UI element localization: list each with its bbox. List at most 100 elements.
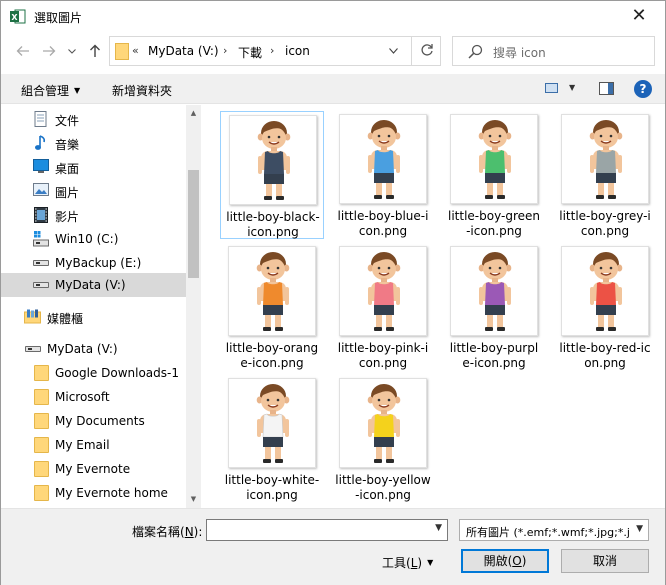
organize-menu[interactable]: 組合管理 ▼ xyxy=(21,82,80,99)
search-placeholder: 搜尋 icon xyxy=(493,46,546,60)
file-thumbnail xyxy=(450,246,538,336)
sidebar-item-label: 文件 xyxy=(55,114,80,128)
folder-icon xyxy=(34,437,49,453)
boy-icon xyxy=(257,121,291,200)
cancel-button[interactable]: 取消 xyxy=(561,549,649,573)
recent-locations-dropdown[interactable] xyxy=(62,41,82,61)
file-item[interactable]: little-boy-blue-i con.png xyxy=(331,111,435,239)
search-icon xyxy=(468,44,483,59)
command-bar: 組合管理 ▼ 新增資料夾 ▼ ? xyxy=(1,74,665,104)
sidebar-item-mydata-drive[interactable]: MyData (V:) xyxy=(1,273,186,297)
sidebar-scrollbar[interactable]: ▲ ▼ xyxy=(186,105,201,508)
file-name: little-boy-orang e-icon.png xyxy=(220,341,324,371)
sidebar-item-label: 圖片 xyxy=(55,186,80,200)
back-button[interactable] xyxy=(13,41,33,61)
sidebar-item-mydata-root[interactable]: MyData (V:) xyxy=(1,337,186,361)
file-thumbnail xyxy=(228,378,316,468)
up-button[interactable] xyxy=(85,41,105,61)
file-item[interactable]: little-boy-yellow -icon.png xyxy=(331,375,435,503)
open-button[interactable]: 開啟(O) xyxy=(461,549,549,573)
caret-down-icon: ▼ xyxy=(74,86,81,95)
sidebar-item-label: Microsoft xyxy=(55,390,110,404)
sidebar-item-label: 媒體櫃 xyxy=(47,312,84,326)
folder-icon xyxy=(34,461,49,477)
address-overflow[interactable]: « xyxy=(132,44,139,57)
folder-icon xyxy=(34,365,49,381)
sidebar-item-mybackup-drive[interactable]: MyBackup (E:) xyxy=(1,251,186,275)
breadcrumb-icon-folder[interactable]: icon xyxy=(285,44,310,58)
file-item[interactable]: little-boy-pink-i con.png xyxy=(331,243,435,371)
scroll-up-arrow-icon[interactable]: ▲ xyxy=(186,105,201,122)
file-type-select[interactable]: 所有圖片 (*.emf;*.wmf;*.jpg;*.j ▼ xyxy=(459,519,649,541)
sidebar-item-desktop[interactable]: 桌面 xyxy=(1,155,186,179)
help-icon[interactable]: ? xyxy=(634,80,652,98)
chevron-right-icon[interactable]: › xyxy=(223,44,227,57)
title-bar: X 選取圖片 ✕ xyxy=(1,1,665,32)
sidebar-item-music[interactable]: 音樂 xyxy=(1,131,186,155)
sidebar-item-my-email[interactable]: My Email xyxy=(1,433,186,457)
filename-label: 檔案名稱(N): xyxy=(132,525,203,539)
address-history-dropdown[interactable] xyxy=(383,36,405,66)
sidebar-item-my-evernote-home[interactable]: My Evernote home xyxy=(1,481,186,505)
sidebar-item-videos[interactable]: 影片 xyxy=(1,203,186,227)
file-thumbnail xyxy=(561,246,649,336)
navigation-pane[interactable]: 文件 音樂 桌面 圖片 影片 Win10 (C:) MyBackup (E:) … xyxy=(1,105,201,508)
file-item[interactable]: little-boy-green -icon.png xyxy=(442,111,546,239)
file-item[interactable]: little-boy-black-icon.png xyxy=(220,111,324,239)
file-name-line: icon.png xyxy=(247,225,299,239)
sidebar-item-my-documents[interactable]: My Documents xyxy=(1,409,186,433)
file-open-dialog: X 選取圖片 ✕ « MyData (V:) › 下載 › icon 搜尋 ic… xyxy=(0,0,666,585)
sidebar-item-win10-drive[interactable]: Win10 (C:) xyxy=(1,227,186,251)
sidebar-item-label: 桌面 xyxy=(55,162,80,176)
search-input[interactable]: 搜尋 icon xyxy=(452,36,655,66)
scrollbar-thumb[interactable] xyxy=(188,170,199,278)
sidebar-item-my-evernote[interactable]: My Evernote xyxy=(1,457,186,481)
sidebar-item-label: My Evernote xyxy=(55,462,131,476)
new-folder-button[interactable]: 新增資料夾 xyxy=(112,82,172,99)
view-mode-icon[interactable] xyxy=(545,83,558,93)
sidebar-item-label: 影片 xyxy=(55,210,80,224)
sidebar-item-google-downloads[interactable]: Google Downloads-1 xyxy=(1,361,186,385)
boy-icon xyxy=(478,252,512,331)
refresh-button[interactable] xyxy=(411,36,441,66)
view-options-dropdown[interactable]: ▼ xyxy=(569,83,575,92)
excel-icon: X xyxy=(10,9,26,24)
file-name: little-boy-red-ic on.png xyxy=(553,341,657,371)
sidebar-item-label: Win10 (C:) xyxy=(55,232,119,246)
file-name: little-boy-purpl e-icon.png xyxy=(442,341,546,371)
file-item[interactable]: little-boy-red-ic on.png xyxy=(553,243,657,371)
document-icon xyxy=(34,111,47,127)
breadcrumb-mydata[interactable]: MyData (V:) xyxy=(148,44,219,58)
file-name-line: little-boy-grey-i xyxy=(559,209,651,223)
filename-input[interactable]: ▼ xyxy=(206,519,448,541)
file-item[interactable]: little-boy-purpl e-icon.png xyxy=(442,243,546,371)
sidebar-item-pictures[interactable]: 圖片 xyxy=(1,179,186,203)
file-list[interactable]: little-boy-black-icon.png little-boy-blue… xyxy=(206,105,665,508)
sidebar-item-documents[interactable]: 文件 xyxy=(1,107,186,131)
breadcrumb-downloads[interactable]: 下載 xyxy=(238,44,262,61)
pictures-icon xyxy=(33,183,49,196)
forward-button[interactable] xyxy=(39,41,59,61)
sidebar-item-libraries[interactable]: 媒體櫃 xyxy=(1,305,186,329)
tools-menu[interactable]: 工具(L) ▼ xyxy=(382,554,433,571)
file-name: little-boy-black-icon.png xyxy=(221,210,325,240)
chevron-down-icon[interactable]: ▼ xyxy=(435,523,442,533)
file-name-line: con.png xyxy=(358,224,408,238)
scroll-down-arrow-icon[interactable]: ▼ xyxy=(186,491,201,508)
folder-icon xyxy=(34,413,49,429)
desktop-icon xyxy=(33,159,49,173)
close-button[interactable]: ✕ xyxy=(629,6,649,26)
chevron-right-icon[interactable]: › xyxy=(270,44,274,57)
preview-pane-icon[interactable] xyxy=(599,82,614,95)
file-item[interactable]: little-boy-grey-i con.png xyxy=(553,111,657,239)
chevron-down-icon xyxy=(389,48,398,54)
file-thumbnail xyxy=(339,378,427,468)
sidebar-item-microsoft[interactable]: Microsoft xyxy=(1,385,186,409)
file-item[interactable]: little-boy-white-icon.png xyxy=(220,375,324,503)
file-name: little-boy-grey-i con.png xyxy=(553,209,657,239)
file-item[interactable]: little-boy-orang e-icon.png xyxy=(220,243,324,371)
svg-text:X: X xyxy=(11,13,18,22)
sidebar-item-label: MyData (V:) xyxy=(47,342,118,356)
file-name: little-boy-pink-i con.png xyxy=(331,341,435,371)
file-name-line: little-boy-black- xyxy=(226,210,320,224)
